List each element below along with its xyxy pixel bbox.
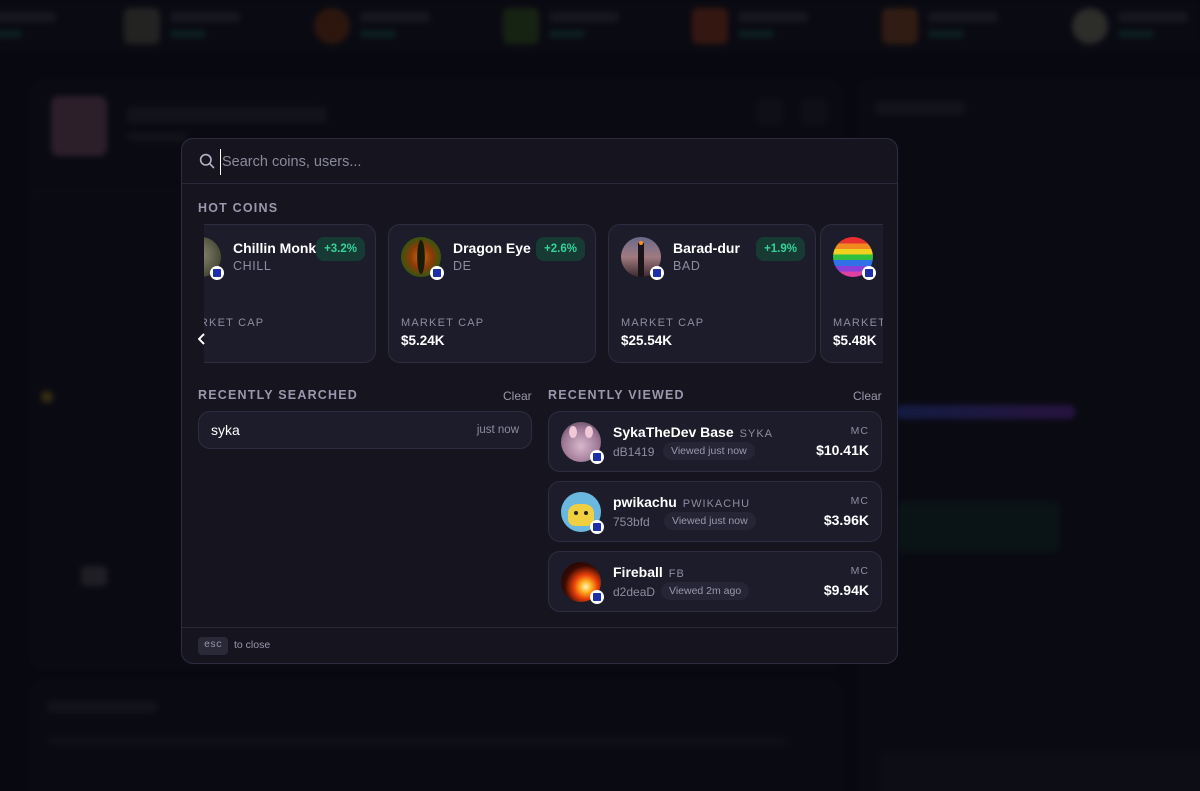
search-modal: HOT COINS Chillin Monkey CHILL +3.2% MAR… bbox=[181, 138, 898, 664]
esc-key-hint[interactable]: esc bbox=[198, 637, 229, 655]
search-query: syka bbox=[211, 422, 240, 438]
coin-address: d2deaD bbox=[613, 585, 656, 599]
market-cap-label: MARKET CAP bbox=[401, 317, 485, 329]
chain-badge-icon bbox=[210, 266, 224, 280]
market-cap-value: $5.24K bbox=[401, 333, 445, 348]
coin-symbol: CHILL bbox=[233, 259, 272, 273]
coin-address: 753bfd bbox=[613, 515, 650, 529]
recently-viewed-title: RECENTLY VIEWED bbox=[548, 388, 685, 402]
market-cap-label: MARKET CAP bbox=[621, 317, 705, 329]
coin-symbol: DE bbox=[453, 259, 472, 273]
search-icon bbox=[199, 153, 215, 169]
search-time: just now bbox=[476, 424, 519, 436]
market-cap-value: $5.48K bbox=[833, 333, 877, 348]
hot-coin-card[interactable]: Chillin Monkey CHILL +3.2% MARKET CAP bbox=[198, 224, 376, 363]
price-change-badge: +2.6% bbox=[536, 237, 585, 261]
chain-badge-icon bbox=[650, 266, 664, 280]
coin-name: Fireball FB bbox=[613, 564, 685, 580]
coin-name: SykaTheDev Base SYKA bbox=[613, 424, 773, 440]
recently-searched-title: RECENTLY SEARCHED bbox=[198, 388, 359, 402]
esc-hint-text: to close bbox=[234, 639, 271, 651]
coin-name: Barad-dur bbox=[673, 240, 740, 256]
recently-viewed-item[interactable]: pwikachu PWIKACHU 753bfd Viewed just now … bbox=[548, 481, 882, 542]
hot-coin-card[interactable]: Barad-dur BAD +1.9% MARKET CAP $25.54K bbox=[608, 224, 816, 363]
market-cap-value: $25.54K bbox=[621, 333, 673, 348]
recently-viewed-item[interactable]: Fireball FB d2deaD Viewed 2m ago MC $9.94… bbox=[548, 551, 882, 612]
recent-search-item[interactable]: syka just now bbox=[198, 411, 532, 449]
mc-label: MC bbox=[850, 425, 869, 437]
chevron-left-icon[interactable] bbox=[198, 333, 206, 345]
hot-coin-card[interactable]: Dragon Eye DE +2.6% MARKET CAP $5.24K bbox=[388, 224, 596, 363]
coin-name: pwikachu PWIKACHU bbox=[613, 494, 751, 510]
chain-badge-icon bbox=[590, 520, 604, 534]
coin-symbol: BAD bbox=[673, 259, 701, 273]
price-change-badge: +1.9% bbox=[756, 237, 805, 261]
market-cap-label: MARKET bbox=[833, 317, 883, 329]
mc-value: $3.96K bbox=[823, 512, 869, 528]
market-cap-label: MARKET CAP bbox=[198, 317, 265, 329]
clear-searches-button[interactable]: Clear bbox=[503, 389, 532, 403]
mc-value: $9.94K bbox=[823, 582, 869, 598]
mc-value: $10.41K bbox=[816, 442, 869, 458]
hot-coins-title: HOT COINS bbox=[198, 201, 279, 215]
search-input[interactable] bbox=[220, 149, 860, 175]
chain-badge-icon bbox=[590, 450, 604, 464]
hot-coin-card[interactable]: MARKET $5.48K bbox=[820, 224, 883, 363]
price-change-badge: +3.2% bbox=[316, 237, 365, 261]
chain-badge-icon bbox=[590, 590, 604, 604]
recently-viewed-item[interactable]: SykaTheDev Base SYKA dB1419 Viewed just n… bbox=[548, 411, 882, 472]
hot-coins-carousel[interactable]: Chillin Monkey CHILL +3.2% MARKET CAP Dr… bbox=[198, 224, 883, 365]
viewed-time-badge: Viewed just now bbox=[663, 442, 755, 460]
chain-badge-icon bbox=[862, 266, 876, 280]
coin-name: Dragon Eye bbox=[453, 240, 531, 256]
coin-symbol: FB bbox=[668, 568, 685, 580]
viewed-time-badge: Viewed 2m ago bbox=[661, 582, 750, 600]
search-bar bbox=[182, 139, 897, 184]
coin-symbol: SYKA bbox=[739, 428, 773, 440]
viewed-time-badge: Viewed just now bbox=[664, 512, 756, 530]
mc-label: MC bbox=[850, 495, 869, 507]
coin-symbol: PWIKACHU bbox=[682, 498, 751, 510]
modal-footer: esc to close bbox=[182, 627, 897, 663]
clear-viewed-button[interactable]: Clear bbox=[853, 389, 882, 403]
mc-label: MC bbox=[850, 565, 869, 577]
chain-badge-icon bbox=[430, 266, 444, 280]
coin-address: dB1419 bbox=[613, 445, 655, 459]
